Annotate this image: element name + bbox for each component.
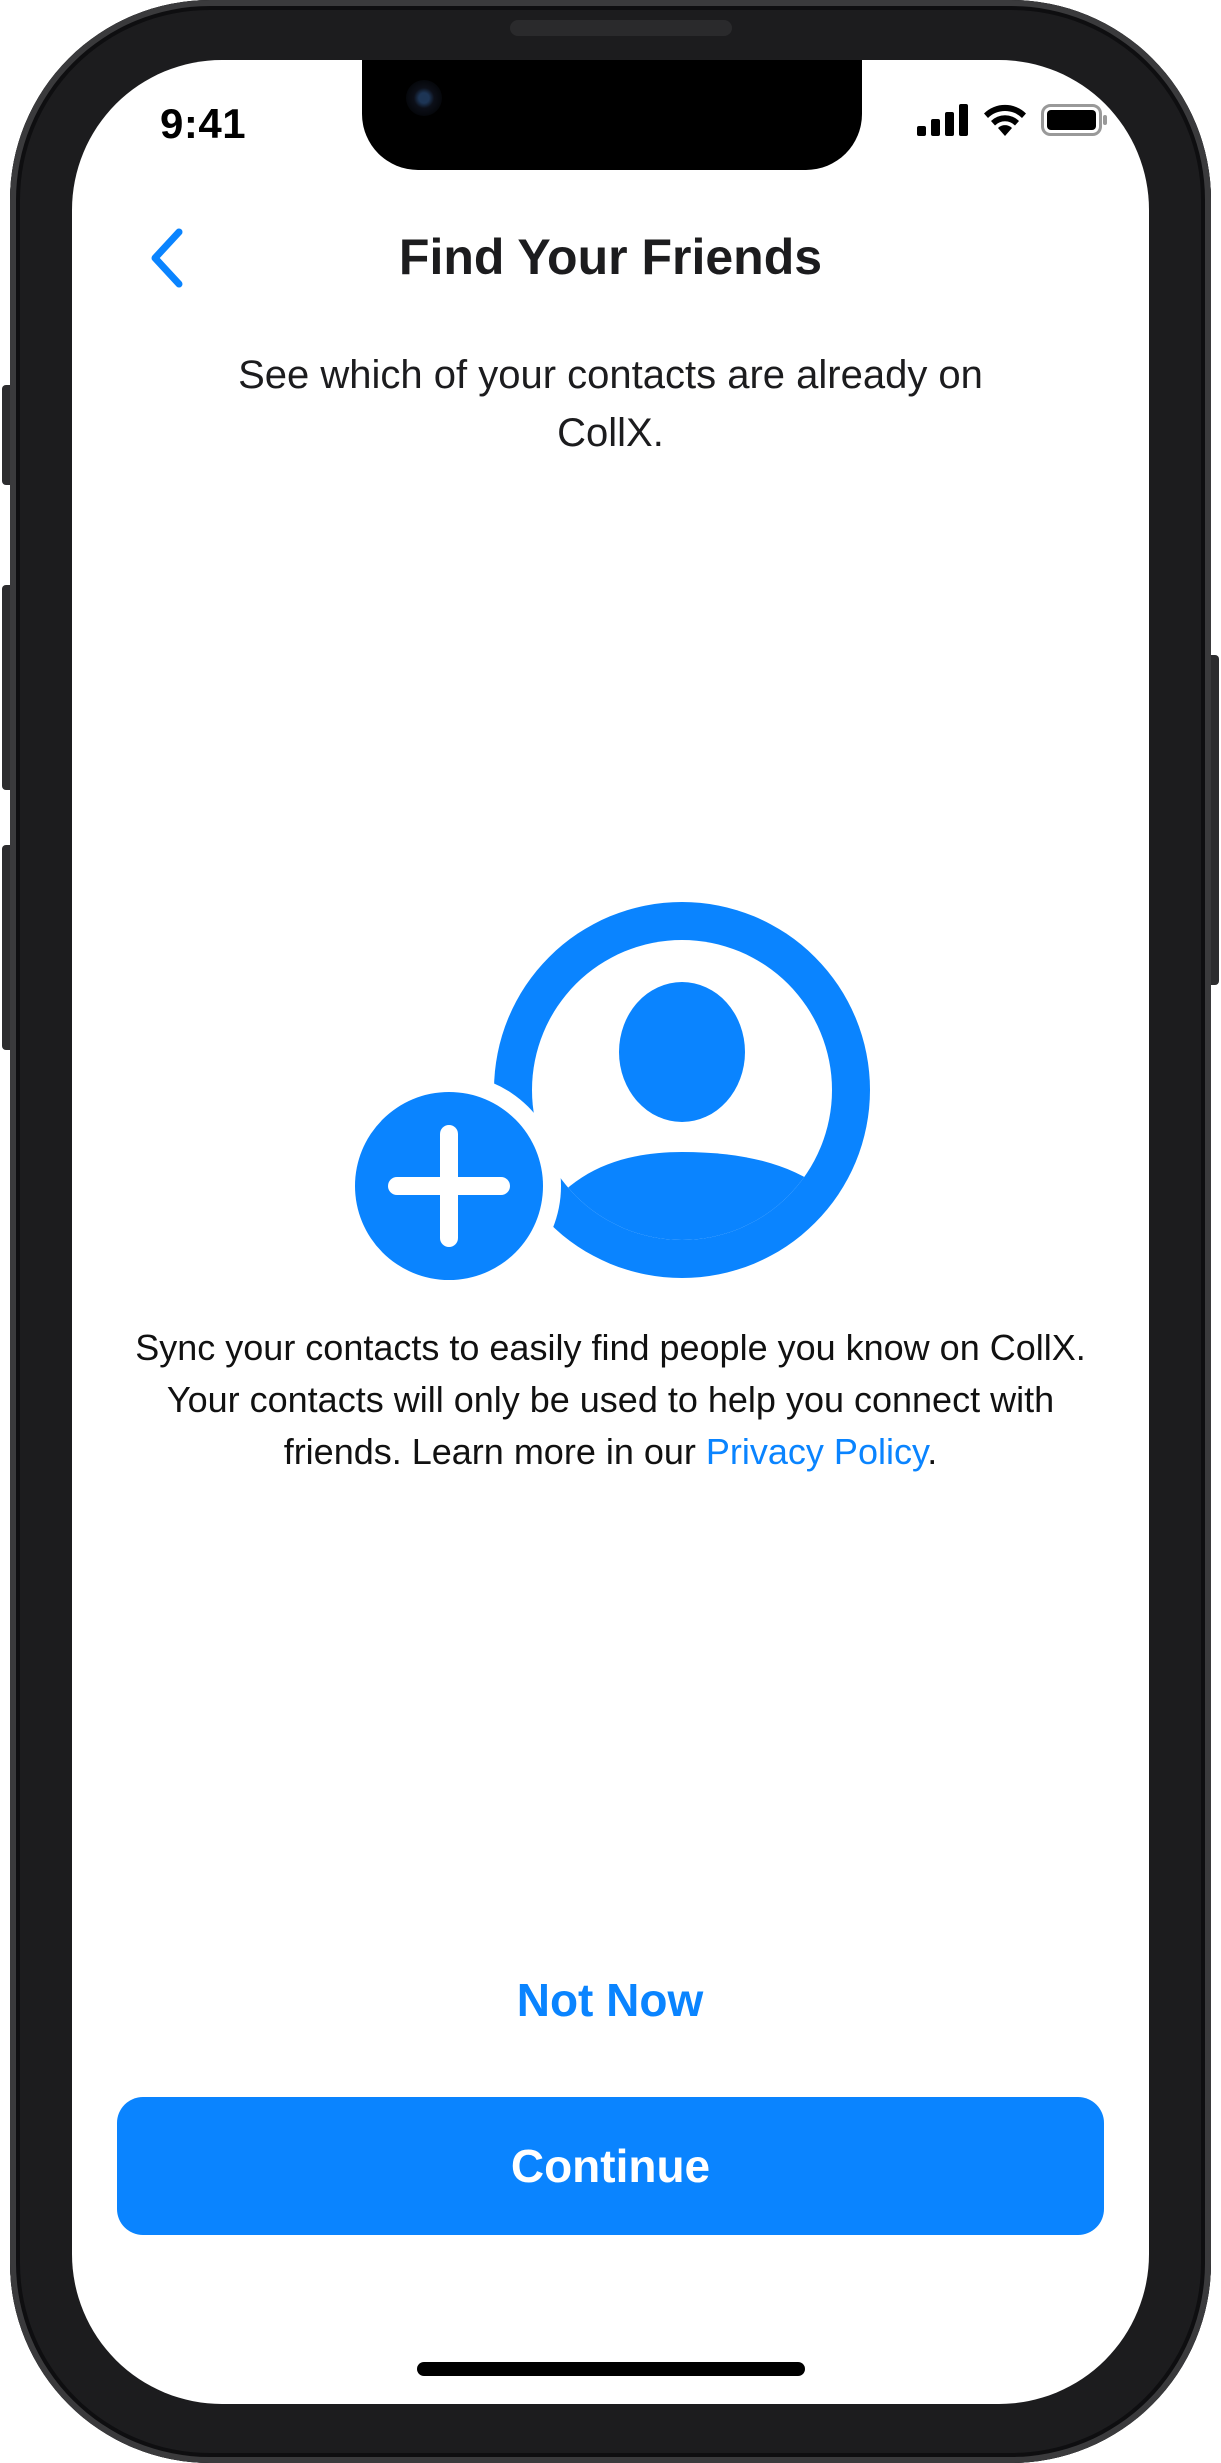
privacy-policy-link[interactable]: Privacy Policy <box>706 1431 927 1472</box>
sync-description: Sync your contacts to easily find people… <box>132 1322 1089 1478</box>
front-camera <box>406 80 442 116</box>
status-icons <box>917 104 1109 141</box>
person-add-icon <box>352 830 872 1290</box>
battery-icon <box>1041 104 1109 141</box>
page-subtitle: See which of your contacts are already o… <box>238 353 983 455</box>
status-time: 9:41 <box>160 100 247 147</box>
description-period: . <box>927 1431 938 1472</box>
screen: 9:41 Find Your Friends See which of your… <box>72 60 1149 2404</box>
not-now-button[interactable]: Not Now <box>410 1960 810 2040</box>
home-indicator <box>417 2362 805 2376</box>
stage: 9:41 Find Your Friends See which of your… <box>0 0 1221 2463</box>
notch <box>362 60 862 170</box>
description-text: Sync your contacts to easily find people… <box>135 1327 1086 1472</box>
page-title: Find Your Friends <box>398 229 823 285</box>
earpiece-speaker <box>510 20 732 36</box>
continue-button[interactable]: Continue <box>117 2097 1104 2235</box>
navigation-bar: Find Your Friends <box>72 210 1149 310</box>
cellular-signal-icon <box>917 104 969 141</box>
wifi-icon <box>983 104 1027 141</box>
